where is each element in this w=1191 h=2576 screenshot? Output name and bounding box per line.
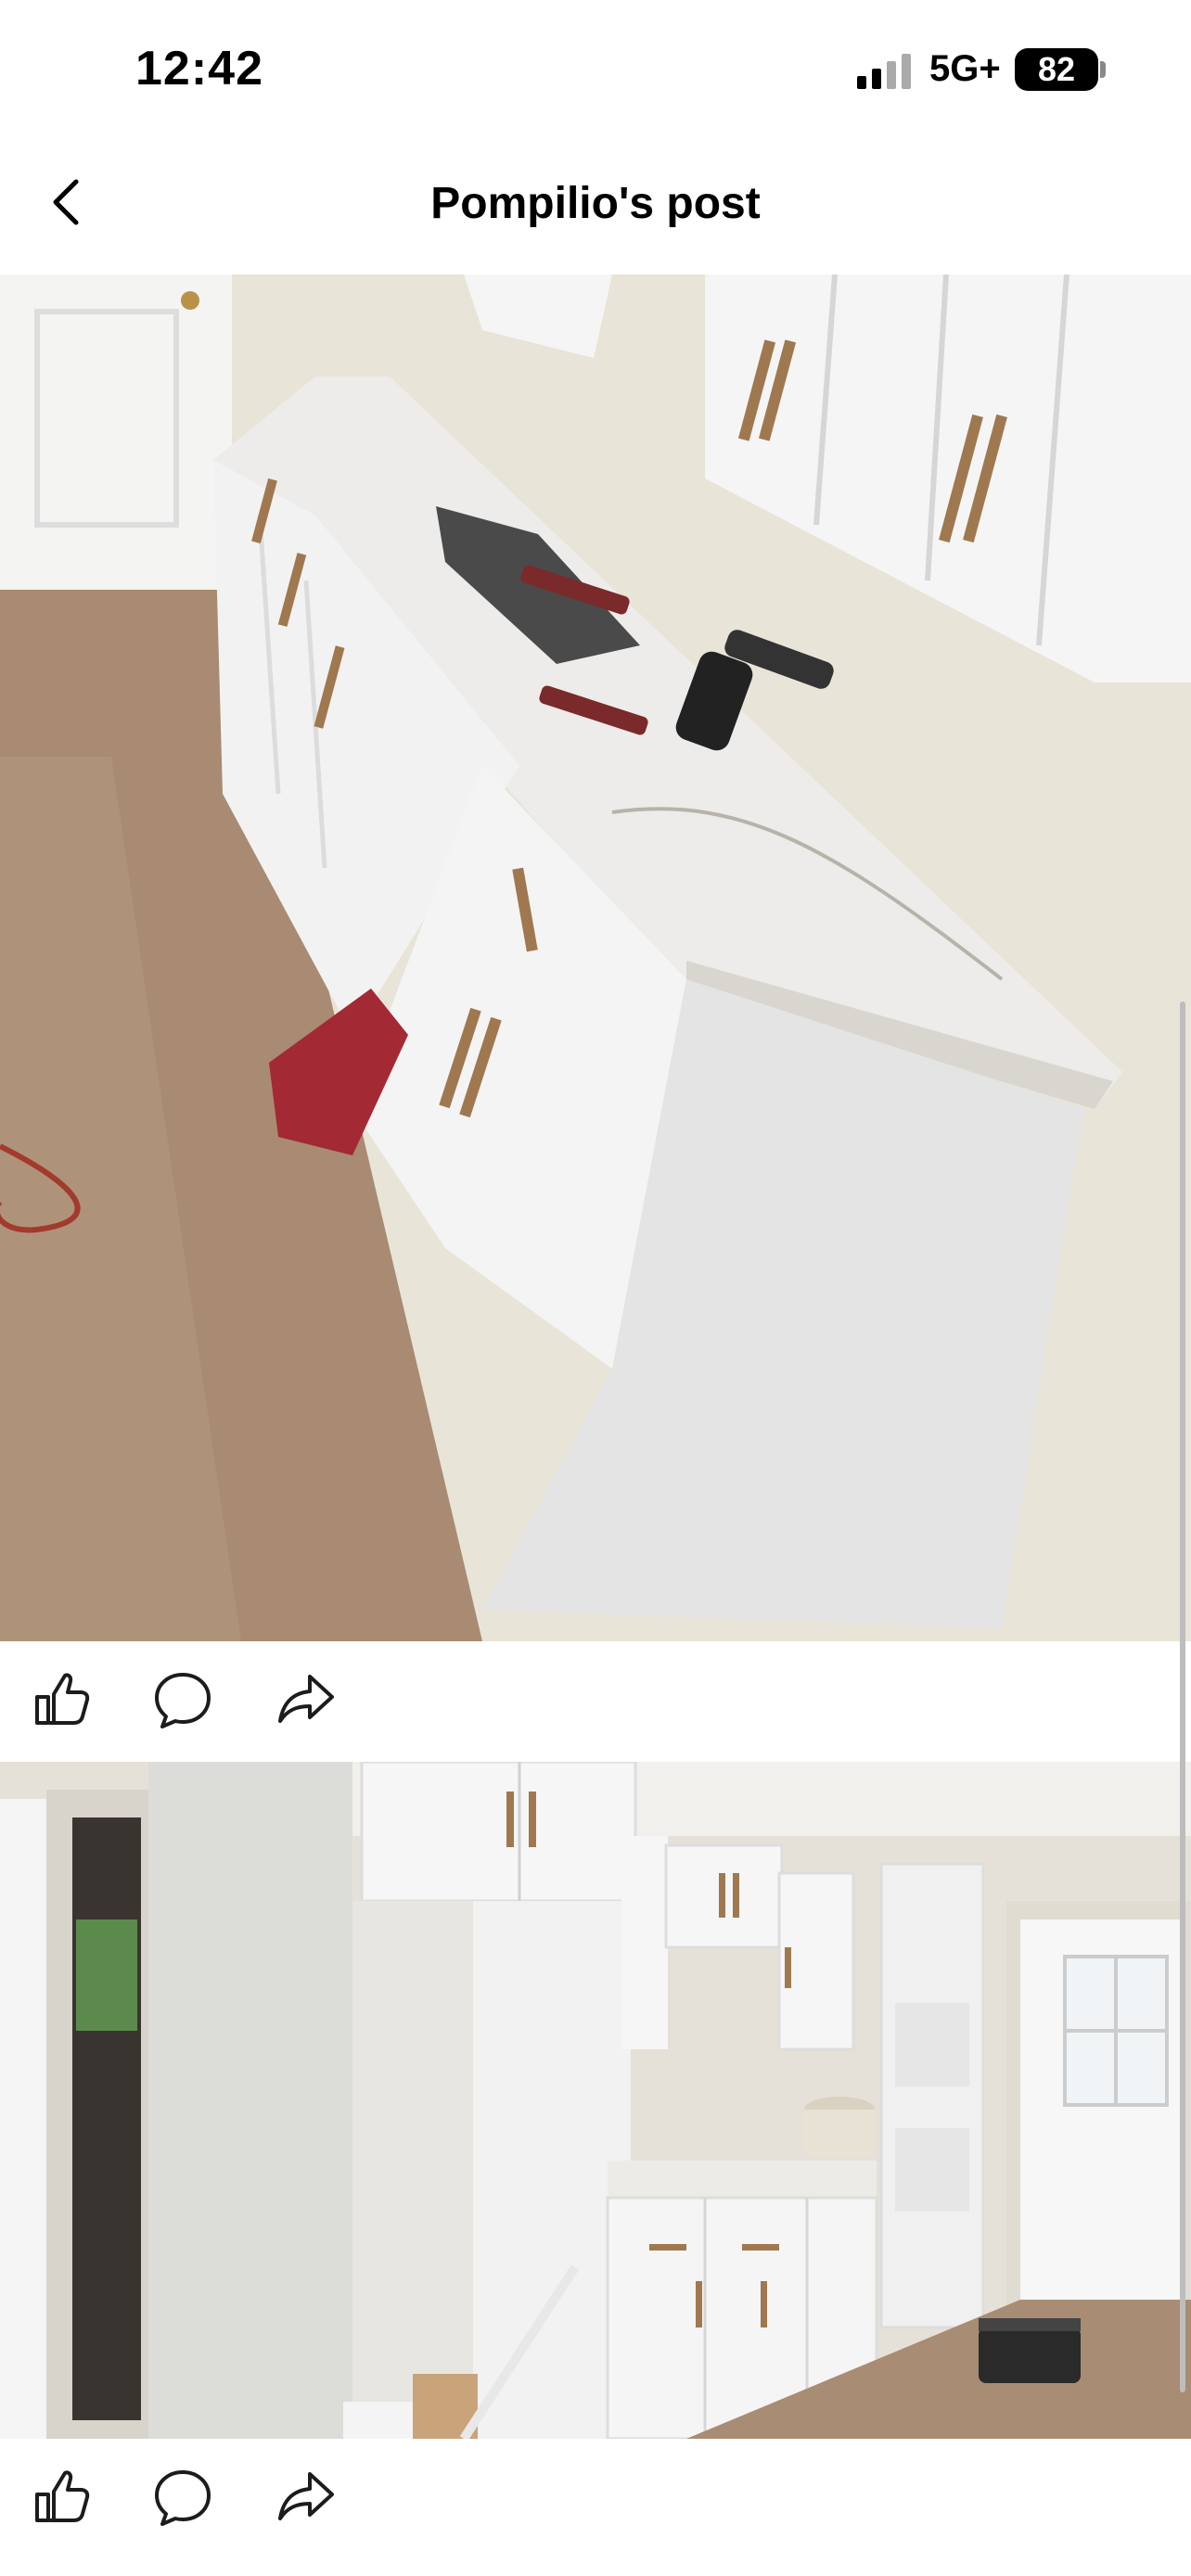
like-icon[interactable] [30,2467,91,2528]
signal-icon [857,54,911,89]
share-icon[interactable] [275,1669,336,1730]
status-bar: 12:42 5G+ 82 [0,0,1191,139]
post-actions-2 [0,2439,1191,2559]
like-icon[interactable] [30,1669,91,1730]
battery-level: 82 [1037,50,1076,88]
battery-nub [1100,61,1106,78]
post-actions-1 [0,1641,1191,1762]
kitchen-counter-photo [0,274,1191,1641]
post-photo-1[interactable] [0,274,1191,1641]
status-time: 12:42 [135,42,263,96]
navigation-bar: Pompilio's post [0,139,1191,275]
share-icon[interactable] [275,2467,336,2528]
scrollbar[interactable] [1180,1001,1185,2392]
page-title: Pompilio's post [430,179,761,228]
battery-icon: 82 [1015,48,1098,91]
comment-icon[interactable] [152,1669,213,1730]
comment-icon[interactable] [152,2467,213,2528]
post-photo-2[interactable] [0,1762,1191,2439]
network-label: 5G+ [929,48,1001,89]
kitchen-wide-photo [0,1762,1191,2439]
